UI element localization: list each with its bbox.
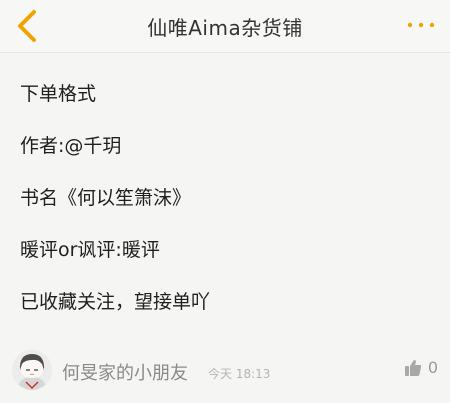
- post-line-author: 作者:@千玥: [20, 135, 122, 157]
- like-button[interactable]: 0: [404, 358, 438, 377]
- avatar[interactable]: [12, 350, 52, 390]
- thumbs-up-icon: [404, 359, 421, 376]
- like-count: 0: [427, 358, 438, 377]
- top-navigation-bar: 仙唯Aima杂货铺: [0, 0, 450, 53]
- post-line-review-type: 暖评or讽评:暖评: [20, 239, 160, 261]
- comment-timestamp: 今天 18:13: [208, 367, 271, 381]
- avatar-icon: [12, 350, 52, 390]
- more-options-button[interactable]: [404, 10, 438, 40]
- comment-username[interactable]: 何旻家的小朋友: [62, 359, 188, 385]
- ellipsis-icon: [407, 22, 435, 28]
- post-content: 下单格式 作者:@千玥 书名《何以笙箫沫》 暖评or讽评:暖评 已收藏关注，望接…: [20, 80, 430, 340]
- post-line-book: 书名《何以笙箫沫》: [20, 187, 192, 209]
- comment-row: 何旻家的小朋友 今天 18:13 0: [0, 344, 450, 403]
- page-title: 仙唯Aima杂货铺: [147, 16, 303, 40]
- post-line-format: 下单格式: [20, 83, 97, 105]
- post-line-note: 已收藏关注，望接单吖: [20, 291, 211, 313]
